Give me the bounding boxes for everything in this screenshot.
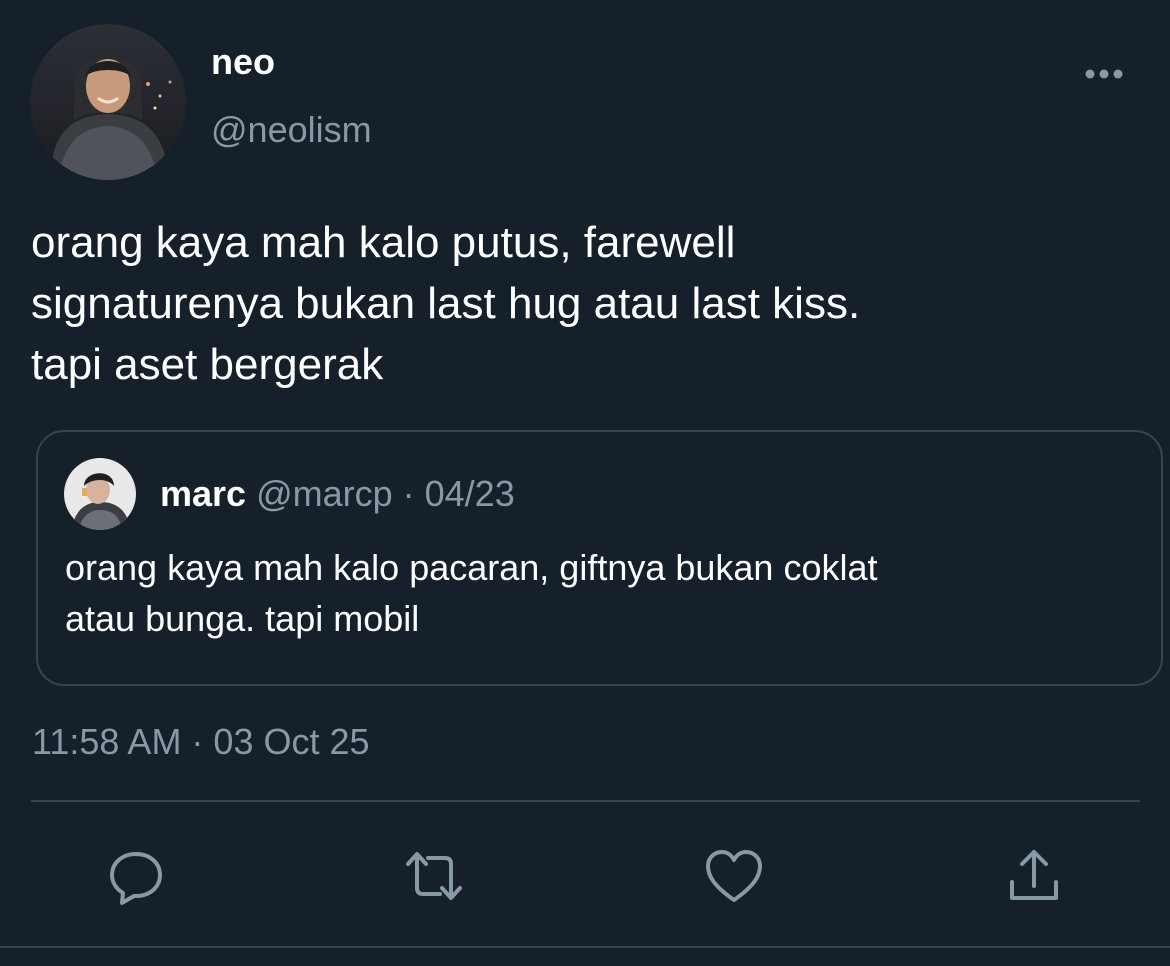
quoted-author-handle-date: @marcp · 04/23: [246, 473, 515, 514]
author-handle[interactable]: @neolism: [211, 110, 372, 150]
quoted-author-name: marc: [160, 473, 247, 514]
quoted-tweet-header: marc @marcp · 04/23: [160, 474, 515, 514]
more-options-button[interactable]: [1080, 56, 1128, 92]
retweet-icon: [406, 852, 462, 900]
heart-icon: [706, 850, 762, 902]
bottom-divider: [0, 946, 1170, 948]
reply-icon: [110, 852, 162, 905]
quoted-author-avatar: [64, 458, 136, 530]
like-button[interactable]: [704, 846, 764, 906]
retweet-button[interactable]: [404, 846, 464, 906]
share-button[interactable]: [1004, 846, 1064, 906]
author-display-name[interactable]: neo: [211, 42, 275, 82]
quoted-tweet-card[interactable]: marc @marcp · 04/23 orang kaya mah kalo …: [36, 430, 1163, 686]
action-bar-divider: [31, 800, 1140, 802]
more-horizontal-icon: [1085, 69, 1123, 79]
tweet-text: orang kaya mah kalo putus, farewell sign…: [31, 218, 861, 389]
tweet-timestamp[interactable]: 11:58 AM · 03 Oct 25: [32, 722, 370, 762]
quoted-tweet-text: orang kaya mah kalo pacaran, giftnya buk…: [65, 547, 878, 639]
author-avatar[interactable]: [30, 24, 186, 180]
reply-button[interactable]: [106, 846, 166, 906]
share-icon: [1010, 850, 1058, 900]
